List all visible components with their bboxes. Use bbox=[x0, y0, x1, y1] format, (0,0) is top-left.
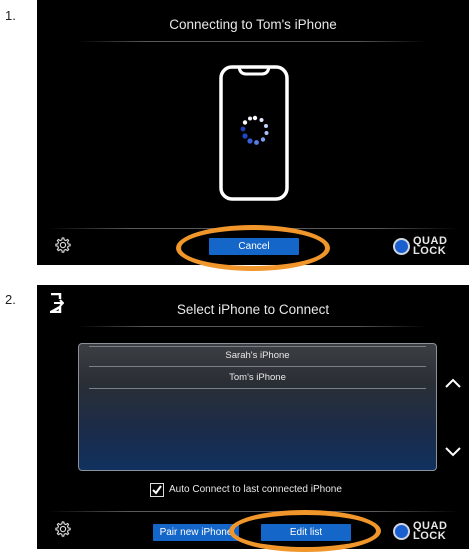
screen-select-iphone: Select iPhone to Connect Sarah's iPhone … bbox=[37, 285, 469, 549]
logo-text-bottom: LOCK bbox=[413, 245, 447, 257]
title-divider bbox=[77, 41, 427, 42]
cancel-button[interactable]: Cancel bbox=[209, 238, 299, 255]
edit-list-button[interactable]: Edit list bbox=[261, 524, 351, 541]
quadlock-logo: QUAD LOCK bbox=[393, 236, 447, 257]
auto-connect-checkbox[interactable] bbox=[150, 483, 164, 497]
page-title: Connecting to Tom's iPhone bbox=[169, 17, 337, 32]
list-divider bbox=[89, 388, 426, 389]
title-divider bbox=[77, 326, 427, 327]
chevron-down-icon[interactable] bbox=[444, 446, 462, 458]
gear-icon[interactable] bbox=[54, 236, 72, 254]
list-divider bbox=[89, 366, 426, 367]
quadlock-logo: QUAD LOCK bbox=[393, 521, 447, 542]
gear-icon[interactable] bbox=[54, 520, 72, 538]
bottom-divider bbox=[47, 228, 459, 229]
step-number-2: 2. bbox=[5, 292, 16, 307]
logo-mark-icon bbox=[393, 522, 410, 540]
checkmark-icon bbox=[152, 485, 162, 495]
page-title: Select iPhone to Connect bbox=[176, 302, 330, 317]
bottom-divider bbox=[47, 511, 459, 512]
logo-text-bottom: LOCK bbox=[413, 530, 447, 542]
step-number-1: 1. bbox=[5, 8, 16, 23]
device-list[interactable]: Sarah's iPhone Tom's iPhone bbox=[78, 343, 437, 471]
list-item-device[interactable]: Tom's iPhone bbox=[79, 372, 436, 383]
list-divider bbox=[89, 346, 426, 347]
list-item-device[interactable]: Sarah's iPhone bbox=[79, 350, 436, 361]
screen-connecting: Connecting to Tom's iPhone Cancel QUAD L… bbox=[37, 0, 469, 265]
auto-connect-label: Auto Connect to last connected iPhone bbox=[169, 484, 342, 495]
logo-mark-icon bbox=[393, 237, 410, 255]
loading-spinner-icon bbox=[240, 115, 269, 145]
chevron-up-icon[interactable] bbox=[444, 377, 462, 389]
pair-new-iphone-button[interactable]: Pair new iPhone bbox=[153, 524, 239, 541]
